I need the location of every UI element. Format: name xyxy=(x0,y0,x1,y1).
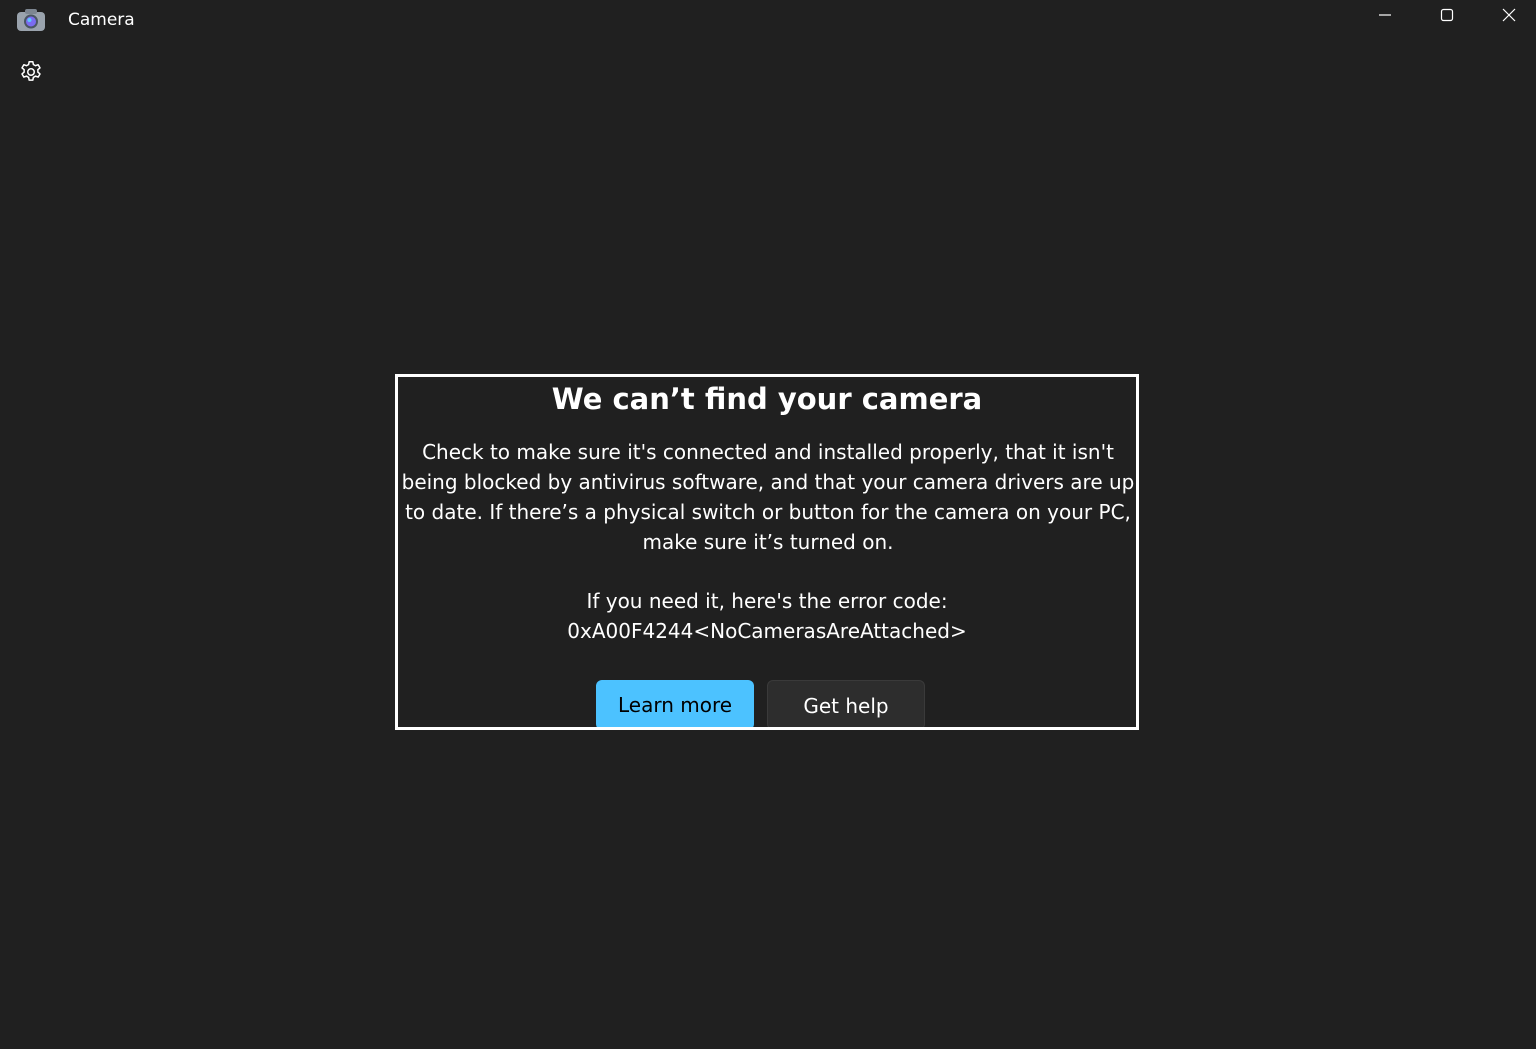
error-code: 0xA00F4244<NoCamerasAreAttached> xyxy=(567,619,967,643)
settings-button[interactable] xyxy=(12,56,50,92)
minimize-icon xyxy=(1378,7,1392,26)
gear-icon xyxy=(18,59,44,89)
error-message: Check to make sure it's connected and in… xyxy=(401,440,1135,554)
camera-app-window: Camera We can’t find your camera Check t… xyxy=(0,0,1536,1049)
app-title: Camera xyxy=(68,10,135,30)
maximize-button[interactable] xyxy=(1416,0,1478,32)
maximize-icon xyxy=(1440,7,1454,26)
title-bar: Camera xyxy=(0,0,1536,40)
error-title: We can’t find your camera xyxy=(551,382,983,416)
close-button[interactable] xyxy=(1478,0,1536,32)
close-icon xyxy=(1502,7,1516,26)
error-code-label: If you need it, here's the error code: xyxy=(586,589,948,613)
learn-more-button[interactable]: Learn more xyxy=(596,680,754,727)
minimize-button[interactable] xyxy=(1354,0,1416,32)
camera-error-panel: We can’t find your camera Check to make … xyxy=(395,374,1139,730)
get-help-button[interactable]: Get help xyxy=(767,680,925,727)
camera-app-icon xyxy=(16,8,46,32)
